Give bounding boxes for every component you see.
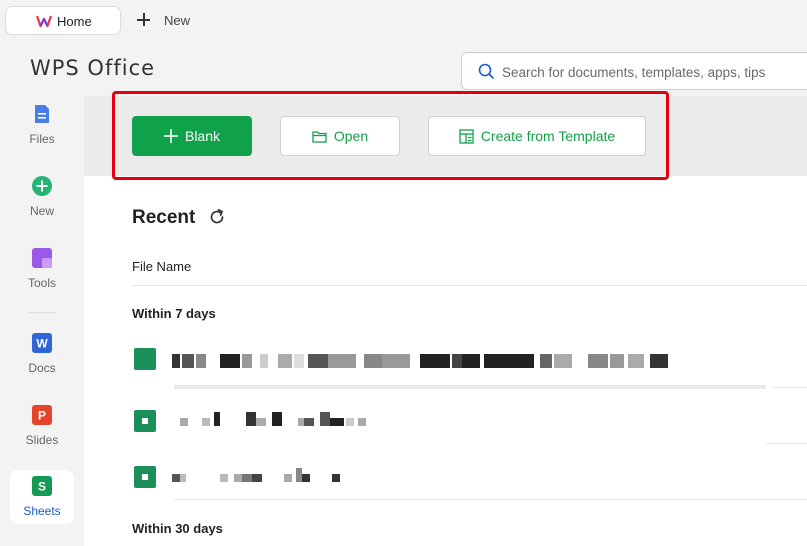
sidebar: Files New Tools W Docs P Slides S Sheets	[0, 92, 84, 546]
sheet-file-icon	[134, 410, 156, 432]
file-name-redacted	[172, 468, 352, 482]
sidebar-item-label: Slides	[25, 433, 59, 447]
tab-home[interactable]: Home	[5, 6, 121, 35]
sidebar-item-new[interactable]: New	[10, 170, 74, 224]
column-header-file-name[interactable]: File Name	[132, 259, 191, 274]
file-row[interactable]	[132, 400, 807, 444]
group-within-7-days: Within 7 days	[132, 306, 216, 321]
header-divider	[132, 285, 807, 286]
plus-icon	[136, 12, 152, 28]
blank-button[interactable]: Blank	[132, 116, 252, 156]
open-button-label: Open	[333, 128, 369, 144]
search-icon	[478, 63, 494, 79]
tools-icon	[32, 248, 52, 268]
sidebar-item-tools[interactable]: Tools	[10, 242, 74, 296]
recent-title: Recent	[132, 207, 196, 228]
sidebar-item-label: Tools	[27, 276, 56, 290]
sidebar-divider	[28, 312, 56, 313]
sidebar-item-label: Sheets	[23, 504, 61, 518]
sheets-icon: S	[32, 476, 52, 496]
sidebar-item-files[interactable]: Files	[10, 98, 74, 152]
file-name-redacted	[180, 412, 420, 426]
new-plus-icon	[32, 176, 52, 196]
sidebar-item-label: Docs	[28, 361, 56, 375]
sheet-file-icon	[134, 466, 156, 488]
sidebar-item-label: New	[29, 204, 54, 218]
blank-button-label: Blank	[184, 128, 221, 144]
sheet-file-icon	[134, 348, 156, 370]
slides-icon: P	[32, 405, 52, 425]
refresh-icon[interactable]	[208, 208, 226, 226]
search-input[interactable]	[500, 61, 804, 83]
redacted-strip	[174, 385, 766, 389]
tab-home-label: Home	[57, 14, 92, 29]
template-button-label: Create from Template	[480, 128, 616, 144]
file-row[interactable]	[132, 458, 807, 500]
template-icon	[459, 128, 474, 144]
search-box[interactable]	[461, 52, 807, 90]
plus-icon	[163, 129, 178, 143]
sidebar-item-sheets[interactable]: S Sheets	[10, 470, 74, 524]
group-within-30-days: Within 30 days	[132, 521, 223, 536]
row-divider	[174, 499, 807, 500]
folder-icon	[312, 130, 327, 143]
create-from-template-button[interactable]: Create from Template	[428, 116, 646, 156]
file-name-redacted	[172, 354, 672, 368]
wps-logo-icon	[36, 15, 52, 28]
files-icon	[35, 105, 49, 123]
svg-text:S: S	[38, 480, 46, 494]
open-button[interactable]: Open	[280, 116, 400, 156]
svg-text:W: W	[36, 337, 48, 351]
file-row[interactable]	[132, 345, 807, 389]
brand-logo: WPS Office	[30, 56, 156, 80]
sidebar-item-label: Files	[29, 132, 55, 146]
sidebar-item-docs[interactable]: W Docs	[10, 327, 74, 381]
tab-strip: Home New	[0, 0, 807, 40]
tab-new-label: New	[164, 12, 191, 28]
tab-new[interactable]: New	[136, 11, 190, 29]
sidebar-item-slides[interactable]: P Slides	[10, 399, 74, 453]
svg-text:P: P	[38, 409, 46, 423]
row-divider	[766, 443, 807, 444]
docs-icon: W	[32, 333, 52, 353]
row-divider	[772, 387, 807, 388]
